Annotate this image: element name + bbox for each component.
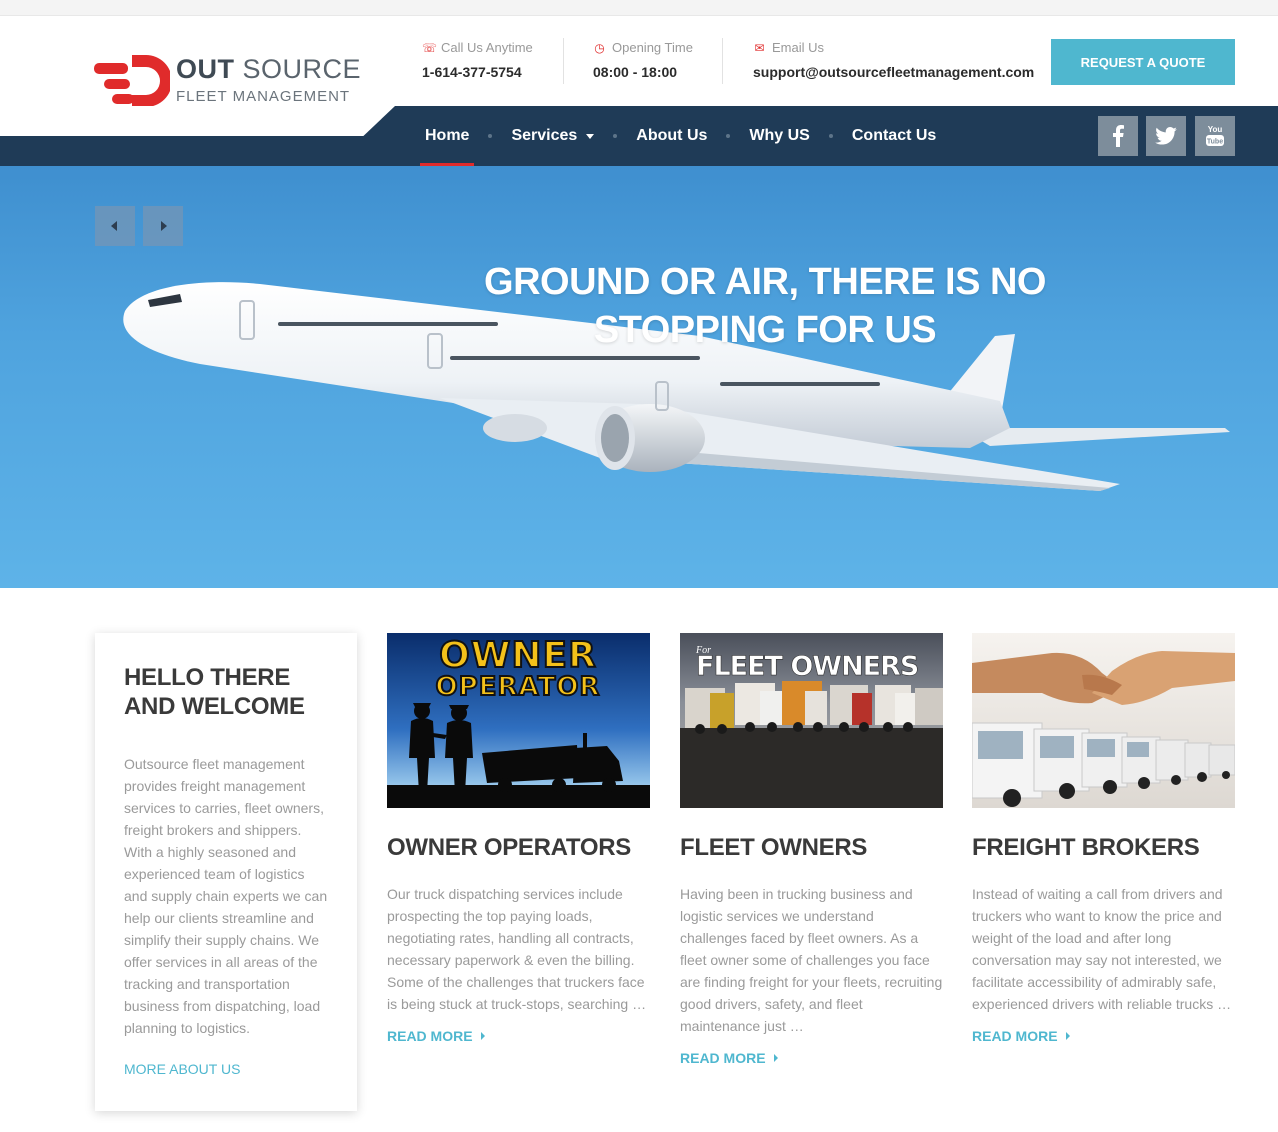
chevron-right-icon <box>773 1054 778 1062</box>
hours-label: Opening Time <box>612 40 693 55</box>
brand-name: OUT SOURCE <box>176 54 361 85</box>
image-text: OPERATOR <box>436 672 601 702</box>
youtube-logo-text: You <box>1208 125 1223 134</box>
call-label: Call Us Anytime <box>441 40 533 55</box>
read-more-link[interactable]: READ MORE <box>680 1050 778 1066</box>
hero-title: GROUND OR AIR, THERE IS NO STOPPING FOR … <box>484 261 1046 351</box>
card-title: FLEET OWNERS <box>680 834 868 861</box>
read-more-label: READ MORE <box>387 1028 473 1044</box>
nav-separator <box>726 134 731 138</box>
email-info: ✉ Email Us support@outsourcefleetmanageme… <box>753 40 1034 84</box>
chevron-right-icon <box>161 221 167 231</box>
clock-icon: ◷ <box>594 40 605 55</box>
call-phone[interactable]: 1-614-377-5754 <box>422 64 533 80</box>
twitter-icon <box>1155 127 1177 145</box>
youtube-icon: You Tube <box>1206 125 1224 146</box>
nav-label: About Us <box>636 127 708 144</box>
fleet-owners-illustration: For FLEET OWNERS <box>680 633 943 808</box>
more-about-us-link[interactable]: MORE ABOUT US <box>124 1061 240 1077</box>
nav-logo-notch <box>0 106 395 136</box>
slider-prev-button[interactable] <box>95 206 135 246</box>
read-more-label: READ MORE <box>680 1050 766 1066</box>
main-nav: Home Services About Us Why US Contact Us <box>420 106 941 166</box>
nav-separator <box>488 134 493 138</box>
image-text: OWNER <box>439 635 597 676</box>
freight-brokers-illustration <box>972 633 1235 808</box>
nav-label: Contact Us <box>851 127 937 144</box>
nav-item-why-us[interactable]: Why US <box>744 106 814 166</box>
headset-icon: ☏ <box>422 40 438 55</box>
welcome-title: HELLO THERE AND WELCOME <box>124 664 305 720</box>
call-info: ☏ Call Us Anytime 1-614-377-5754 <box>422 40 533 84</box>
read-more-link[interactable]: READ MORE <box>387 1028 485 1044</box>
nav-separator <box>828 134 833 138</box>
hero-slider: GROUND OR AIR, THERE IS NO STOPPING FOR … <box>0 166 1278 588</box>
slider-next-button[interactable] <box>143 206 183 246</box>
chevron-right-icon <box>1065 1032 1070 1040</box>
facebook-icon <box>1113 125 1124 147</box>
welcome-text: Outsource fleet management provides frei… <box>124 756 328 1036</box>
image-text: FLEET OWNERS <box>696 651 918 682</box>
top-strip <box>0 0 1278 16</box>
twitter-button[interactable] <box>1146 116 1186 156</box>
brand-name-light: SOURCE <box>242 54 362 84</box>
nav-item-contact-us[interactable]: Contact Us <box>847 106 941 166</box>
service-card-owner-operators: OWNER OPERATOR OWNER OPERATORS Our truck… <box>387 633 650 1046</box>
service-card-fleet-owners: For FLEET OWNERS FLEET OWNERS Having bee… <box>680 633 943 1068</box>
brand-name-bold: OUT <box>176 54 235 84</box>
owner-operator-image[interactable]: OWNER OPERATOR <box>387 633 650 808</box>
owner-operator-illustration: OWNER OPERATOR <box>387 633 650 808</box>
logo-icon <box>94 55 170 107</box>
nav-label: Why US <box>749 127 810 144</box>
fleet-owners-image[interactable]: For FLEET OWNERS <box>680 633 943 808</box>
read-more-link[interactable]: READ MORE <box>972 1028 1070 1044</box>
divider <box>563 38 564 84</box>
welcome-box: HELLO THERE AND WELCOME Outsource fleet … <box>95 633 357 1111</box>
nav-separator <box>613 134 618 138</box>
logo[interactable]: OUT SOURCE FLEET MANAGEMENT <box>94 49 364 113</box>
brand-tagline: FLEET MANAGEMENT <box>176 88 351 105</box>
email-label: Email Us <box>772 40 825 55</box>
chevron-down-icon <box>586 133 595 139</box>
service-card-freight-brokers: FREIGHT BROKERS Instead of waiting a cal… <box>972 633 1235 1046</box>
nav-item-services[interactable]: Services <box>506 106 599 166</box>
nav-label: Services <box>511 127 578 144</box>
hours-info: ◷ Opening Time 08:00 - 18:00 <box>593 40 693 84</box>
email-address[interactable]: support@outsourcefleetmanagement.com <box>753 64 1034 80</box>
card-title: OWNER OPERATORS <box>387 834 631 861</box>
divider <box>722 38 723 84</box>
chevron-left-icon <box>111 221 117 231</box>
card-text: Instead of waiting a call from drivers a… <box>972 886 1232 1012</box>
nav-item-about-us[interactable]: About Us <box>631 106 712 166</box>
youtube-logo-text: Tube <box>1207 139 1223 146</box>
card-title: FREIGHT BROKERS <box>972 834 1200 861</box>
facebook-button[interactable] <box>1098 116 1138 156</box>
request-quote-button[interactable]: REQUEST A QUOTE <box>1051 39 1235 85</box>
airplane-image <box>123 282 1230 491</box>
envelope-icon: ✉ <box>754 40 765 55</box>
nav-label: Home <box>425 127 470 144</box>
hours-value: 08:00 - 18:00 <box>593 64 678 80</box>
youtube-button[interactable]: You Tube <box>1195 116 1235 156</box>
freight-brokers-image[interactable] <box>972 633 1235 808</box>
card-text: Our truck dispatching services include p… <box>387 886 647 1012</box>
truck-row <box>685 681 943 728</box>
card-text: Having been in trucking business and log… <box>680 886 943 1034</box>
nav-item-home[interactable]: Home <box>420 106 475 166</box>
read-more-label: READ MORE <box>972 1028 1058 1044</box>
chevron-right-icon <box>480 1032 485 1040</box>
